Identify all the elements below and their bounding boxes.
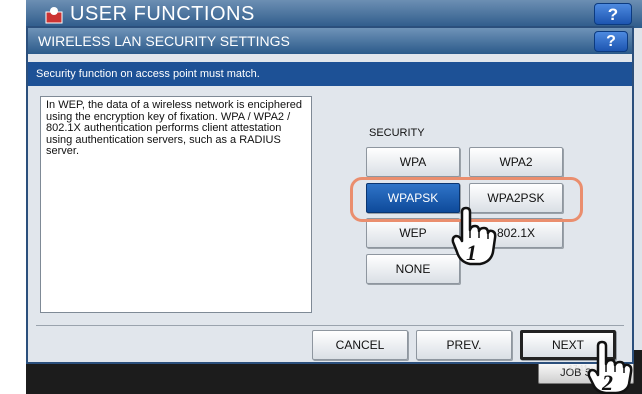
tap-hand-icon-step1: 1 (451, 206, 497, 266)
prev-button[interactable]: PREV. (416, 330, 512, 360)
security-option-wep[interactable]: WEP (366, 218, 460, 248)
security-option-none[interactable]: NONE (366, 254, 460, 284)
message-bar: Security function on access point must m… (28, 62, 632, 86)
description-box: In WEP, the data of a wireless network i… (40, 96, 312, 313)
dialog-title: WIRELESS LAN SECURITY SETTINGS (38, 33, 290, 49)
security-label: SECURITY (369, 127, 425, 139)
footer-divider (36, 325, 624, 326)
step2-number: 2 (601, 370, 613, 394)
clock: 17:11 (568, 364, 588, 373)
step1-number: 1 (466, 240, 477, 265)
security-option-wpa2[interactable]: WPA2 (469, 147, 563, 177)
user-functions-icon (45, 7, 63, 24)
message-text: Security function on access point must m… (36, 68, 260, 80)
description-text: In WEP, the data of a wireless network i… (46, 99, 302, 157)
help-button[interactable]: ? (594, 31, 628, 52)
security-option-wpa[interactable]: WPA (366, 147, 460, 177)
background-help-button[interactable]: ? (594, 3, 632, 25)
background-title: USER FUNCTIONS (70, 3, 255, 25)
wireless-security-dialog: WIRELESS LAN SECURITY SETTINGS ? Securit… (26, 26, 634, 364)
cancel-button[interactable]: CANCEL (312, 330, 408, 360)
tap-hand-icon-step2: 2 (587, 340, 633, 394)
dialog-titlebar: WIRELESS LAN SECURITY SETTINGS ? (28, 28, 632, 54)
